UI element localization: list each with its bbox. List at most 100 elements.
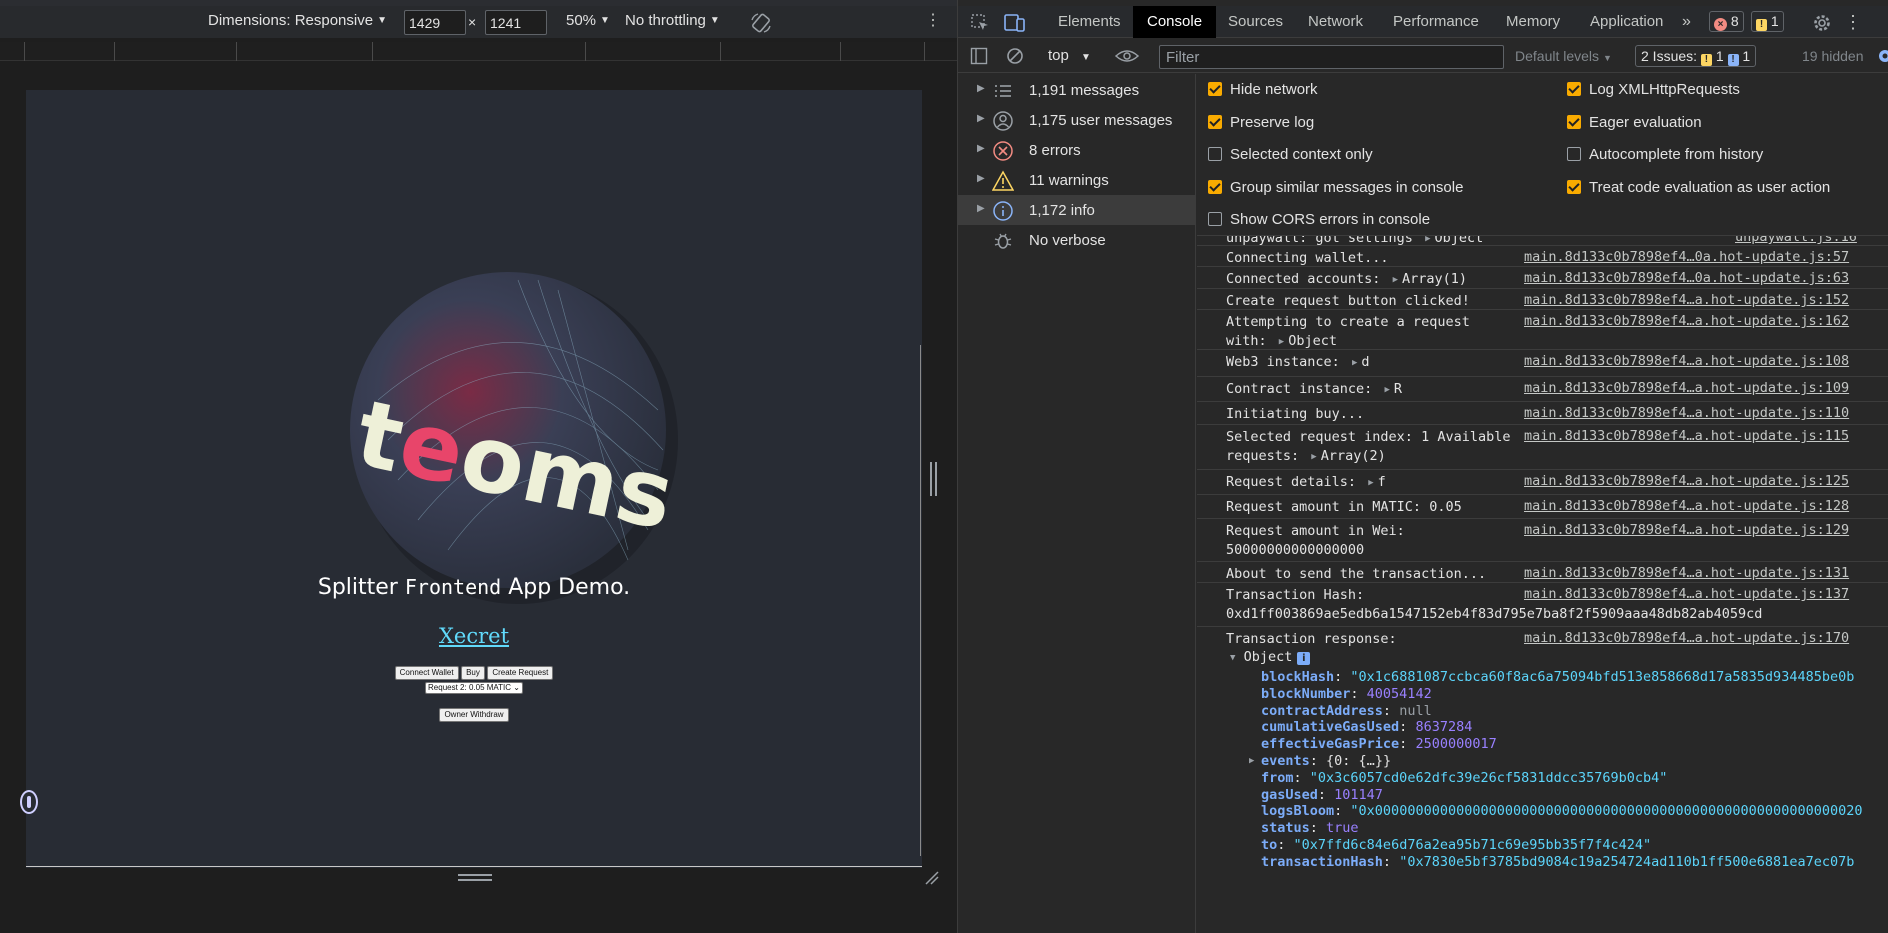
log-row[interactable]: Contract instance: ▶ R main.8d133c0b7898e… [1197, 377, 1888, 402]
treat-code-eval-checkbox[interactable]: Treat code evaluation as user action [1567, 179, 1830, 196]
log-row[interactable]: Request details: ▶ f main.8d133c0b7898ef4… [1197, 470, 1888, 495]
sidebar-item-errors[interactable]: ▶ 8 errors [958, 135, 1196, 165]
tab-elements[interactable]: Elements [1058, 6, 1121, 38]
xecret-link[interactable]: Xecret [26, 624, 922, 648]
error-badge[interactable]: × 8 [1709, 11, 1744, 32]
warning-badge[interactable]: ! 1 [1751, 11, 1784, 32]
log-row[interactable]: unpaywall: got settings ▶ Object unpaywal… [1197, 236, 1888, 246]
property-key: blockNumber [1261, 685, 1351, 702]
dimensions-select[interactable]: Dimensions: Responsive ▼ [208, 12, 387, 29]
log-source-link[interactable]: main.8d133c0b7898ef4…a.hot-update.js:128 [1524, 498, 1849, 514]
sidebar-item-verbose[interactable]: No verbose [958, 225, 1196, 255]
tab-console[interactable]: Console [1133, 6, 1217, 38]
log-row-transaction-response[interactable]: Transaction response: main.8d133c0b7898e… [1197, 627, 1888, 933]
sidebar-toggle-icon[interactable] [970, 47, 988, 65]
log-row[interactable]: Request amount in MATIC: 0.05 main.8d133… [1197, 495, 1888, 519]
user-icon [993, 111, 1013, 131]
more-options-icon[interactable]: ⋮ [1844, 6, 1862, 38]
tab-application[interactable]: Application [1590, 6, 1663, 38]
eager-evaluation-checkbox[interactable]: Eager evaluation [1567, 114, 1702, 131]
issues-button[interactable]: 2 Issues: ! 1 ! 1 [1635, 45, 1757, 67]
throttling-select[interactable]: No throttling ▼ [625, 12, 720, 29]
log-row[interactable]: Transaction Hash: 0xd1ff003869ae5edb6a15… [1197, 583, 1888, 627]
sidebar-item-info[interactable]: ▶ 1,172 info [958, 195, 1196, 225]
group-similar-checkbox[interactable]: Group similar messages in console [1208, 179, 1463, 196]
tab-network[interactable]: Network [1308, 6, 1363, 38]
log-row[interactable]: Initiating buy... main.8d133c0b7898ef4…a… [1197, 402, 1888, 425]
sidebar-item-messages[interactable]: ▶ 1,191 messages [958, 75, 1196, 105]
tab-performance[interactable]: Performance [1393, 6, 1479, 38]
expand-triangle-icon: ▶ [1384, 385, 1390, 395]
clear-console-icon[interactable] [1006, 47, 1024, 65]
filter-input[interactable] [1159, 45, 1504, 69]
object-property[interactable]: ▶ events: {0: {…}} [1249, 753, 1391, 769]
resize-handle-right[interactable] [930, 462, 940, 498]
log-row[interactable]: About to send the transaction... main.8d… [1197, 562, 1888, 583]
zoom-select[interactable]: 50% ▼ [566, 12, 610, 29]
preserve-log-checkbox[interactable]: Preserve log [1208, 114, 1314, 131]
settings-gear-icon[interactable] [1812, 13, 1832, 33]
sidebar-item-warnings[interactable]: ▶ 11 warnings [958, 165, 1196, 195]
tab-memory[interactable]: Memory [1506, 6, 1560, 38]
log-row[interactable]: Web3 instance: ▶ d main.8d133c0b7898ef4…a… [1197, 350, 1888, 377]
log-source-link[interactable]: main.8d133c0b7898ef4…a.hot-update.js:170 [1524, 630, 1849, 646]
log-levels-select[interactable]: Default levels ▼ [1515, 48, 1612, 64]
more-tabs-icon[interactable]: » [1682, 6, 1691, 38]
log-source-link[interactable]: main.8d133c0b7898ef4…a.hot-update.js:108 [1524, 353, 1849, 369]
console-toolbar: top ▼ Default levels ▼ 2 Issues: ! 1 ! 1… [958, 39, 1888, 73]
log-row[interactable]: Attempting to create a request with: ▶ Ob… [1197, 310, 1888, 350]
log-source-link[interactable]: main.8d133c0b7898ef4…a.hot-update.js:131 [1524, 565, 1849, 581]
log-row[interactable]: Request amount in Wei: 50000000000000000… [1197, 519, 1888, 562]
request-select[interactable]: Request 2: 0.05 MATIC ⌄ [425, 682, 523, 694]
property-colon: : [1399, 736, 1416, 753]
title-word: Frontend [404, 575, 502, 599]
chevron-down-icon: ⌄ [513, 683, 520, 692]
log-source-link[interactable]: main.8d133c0b7898ef4…0a.hot-update.js:63 [1524, 270, 1849, 286]
log-source-link[interactable]: main.8d133c0b7898ef4…a.hot-update.js:110 [1524, 405, 1849, 421]
autocomplete-history-checkbox[interactable]: Autocomplete from history [1567, 146, 1763, 163]
tab-sources[interactable]: Sources [1228, 6, 1283, 38]
object-property: effectiveGasPrice: 2500000017 [1261, 736, 1497, 752]
log-row[interactable]: Connected accounts: ▶ Array(1) main.8d133… [1197, 267, 1888, 289]
log-source-link[interactable]: main.8d133c0b7898ef4…a.hot-update.js:109 [1524, 380, 1849, 396]
owner-withdraw-button[interactable]: Owner Withdraw [439, 708, 509, 722]
sidebar-item-label: 8 errors [1029, 142, 1081, 159]
log-source-link[interactable]: main.8d133c0b7898ef4…a.hot-update.js:129 [1524, 522, 1849, 538]
sidebar-item-user-messages[interactable]: ▶ 1,175 user messages [958, 105, 1196, 135]
dimensions-label: Dimensions: Responsive [208, 12, 374, 29]
log-row[interactable]: Selected request index: 1 Available requ… [1197, 425, 1888, 470]
object-header[interactable]: ▼ Object i [1230, 649, 1311, 665]
media-query-ruler[interactable] [0, 42, 957, 61]
checkbox-unchecked-icon [1567, 147, 1581, 161]
context-select[interactable]: top ▼ [1048, 47, 1091, 64]
warning-icon [992, 170, 1014, 191]
hide-network-checkbox[interactable]: Hide network [1208, 81, 1318, 98]
width-input[interactable] [404, 10, 466, 35]
chevron-down-icon: ▼ [600, 15, 610, 26]
log-source-link[interactable]: main.8d133c0b7898ef4…a.hot-update.js:125 [1524, 473, 1849, 489]
more-options-icon[interactable]: ⋮ [925, 13, 941, 29]
viewport-bottom-border [26, 866, 922, 867]
device-toolbar-icon[interactable] [1004, 13, 1026, 33]
log-xhr-checkbox[interactable]: Log XMLHttpRequests [1567, 81, 1740, 98]
property-value: "0x7ffd6c84e6d76a2ea95b71c69e95bb35f7f4c… [1293, 837, 1652, 853]
log-row[interactable]: Create request button clicked! main.8d13… [1197, 289, 1888, 310]
log-source-link[interactable]: main.8d133c0b7898ef4…a.hot-update.js:162 [1524, 313, 1849, 329]
resize-handle-bottom[interactable] [458, 874, 492, 884]
inspect-element-icon[interactable] [970, 13, 990, 33]
console-settings-gear-icon[interactable] [1877, 48, 1888, 64]
log-source-link[interactable]: main.8d133c0b7898ef4…0a.hot-update.js:57 [1524, 249, 1849, 265]
selected-context-only-checkbox[interactable]: Selected context only [1208, 146, 1373, 163]
height-input[interactable] [485, 10, 547, 35]
log-source-link[interactable]: main.8d133c0b7898ef4…a.hot-update.js:152 [1524, 292, 1849, 308]
rotate-icon[interactable] [750, 12, 772, 34]
log-source-link[interactable]: unpaywall.js:16 [1735, 236, 1857, 245]
log-source-link[interactable]: main.8d133c0b7898ef4…a.hot-update.js:115 [1524, 428, 1849, 444]
show-cors-errors-checkbox[interactable]: Show CORS errors in console [1208, 211, 1430, 228]
floating-widget-icon[interactable] [20, 790, 38, 814]
log-row[interactable]: Connecting wallet... main.8d133c0b7898ef… [1197, 246, 1888, 267]
live-expression-eye-icon[interactable] [1115, 48, 1139, 64]
log-source-link[interactable]: main.8d133c0b7898ef4…a.hot-update.js:137 [1524, 586, 1849, 602]
log-message: Create request button clicked! [1226, 293, 1470, 309]
resize-corner-icon[interactable] [924, 870, 940, 886]
